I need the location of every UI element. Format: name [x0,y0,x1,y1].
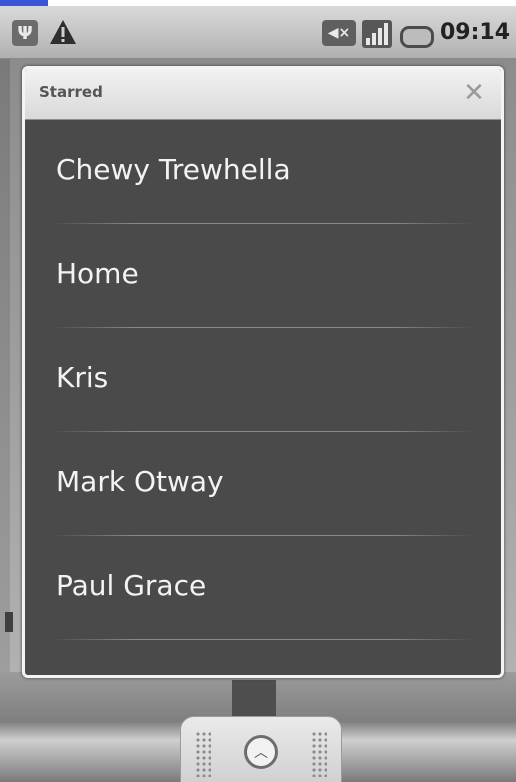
dialog-title: Starred [39,83,103,101]
divider [51,639,475,640]
wallpaper-mark [5,612,13,632]
contact-name: Paul Grace [56,569,207,602]
list-item[interactable]: Chewy Trewhella [25,120,501,224]
contact-name: Kris [56,361,109,394]
list-item[interactable]: Home [25,224,501,328]
usb-icon: Ψ [12,20,38,46]
close-icon[interactable]: ✕ [459,78,489,108]
starred-dialog: Starred ✕ Chewy Trewhella Home Kris Mark… [22,66,504,678]
list-item[interactable]: Paul Grace [25,536,501,640]
status-clock: 09:14 [440,20,511,45]
wallpaper-edge [0,59,10,679]
home-screen: Ψ ◀× 09:14 ︿ Starred ✕ Chewy Trewhella H… [0,0,516,782]
launcher-handle[interactable]: ︿ [180,716,342,782]
list-item[interactable]: Mark Otway [25,432,501,536]
list-item[interactable]: Kris [25,328,501,432]
launcher-grip-left [195,731,211,777]
signal-icon [362,20,392,48]
launcher-grip-right [311,731,327,777]
warning-icon [48,18,78,50]
launcher-up-icon[interactable]: ︿ [244,735,278,769]
mute-icon: ◀× [322,20,356,46]
contact-name: Chewy Trewhella [56,153,291,186]
status-bar[interactable]: Ψ ◀× 09:14 [0,6,516,59]
starred-list: Chewy Trewhella Home Kris Mark Otway Pau… [25,120,501,640]
battery-icon [400,26,434,48]
contact-name: Home [56,257,139,290]
dialog-titlebar: Starred ✕ [25,69,501,120]
wallpaper-tower [232,680,276,720]
contact-name: Mark Otway [56,465,224,498]
